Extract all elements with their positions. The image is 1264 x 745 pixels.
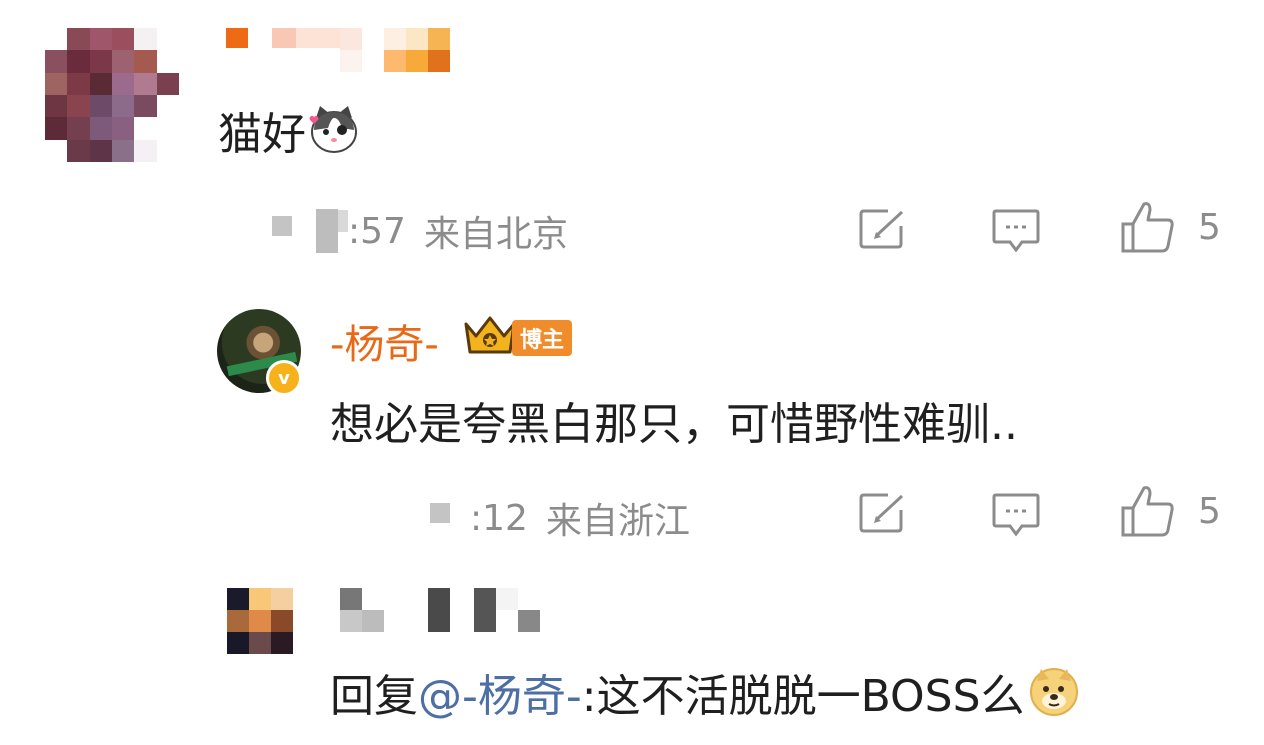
like-count: 5 (1198, 206, 1221, 248)
like-button[interactable]: 5 (1120, 200, 1221, 254)
timestamp-obscured (338, 210, 348, 232)
thumbs-up-icon (1121, 202, 1174, 253)
reply-text: 想必是夸黑白那只，可惜野性难驯.. (330, 399, 1018, 450)
comment-text: 猫好 (218, 98, 360, 162)
timestamp-obscured (316, 209, 338, 253)
comment-button[interactable] (992, 492, 1040, 538)
timestamp-obscured (430, 503, 450, 523)
crown-icon (464, 316, 516, 354)
comment-icon (992, 493, 1040, 537)
like-button[interactable]: 5 (1120, 484, 1221, 538)
comment-meta: :57 来自北京 (272, 205, 568, 257)
mention-link[interactable]: @-杨奇- (418, 660, 582, 724)
timestamp: :57 (348, 210, 406, 252)
location: 来自北京 (423, 214, 568, 255)
repost-button[interactable] (858, 208, 906, 250)
reply-meta: :12 来自浙江 (430, 492, 690, 544)
author-name[interactable]: -杨奇- (330, 312, 439, 370)
repost-icon (859, 493, 904, 533)
blogger-badge: 博主 (512, 320, 573, 356)
username-obscured[interactable] (340, 588, 540, 632)
location: 来自浙江 (545, 501, 690, 542)
comment-icon (992, 209, 1040, 253)
like-count: 5 (1198, 490, 1221, 532)
repost-button[interactable] (858, 492, 906, 534)
thumbs-up-icon (1121, 486, 1174, 537)
username-obscured[interactable] (226, 28, 450, 72)
avatar[interactable] (45, 28, 179, 162)
comment-button[interactable] (992, 208, 1040, 254)
timestamp-obscured (272, 216, 292, 236)
repost-icon (859, 209, 904, 249)
timestamp: :12 (470, 497, 528, 539)
reply-text: 回复 @-杨奇- :这不活脱脱一BOSS么 (330, 660, 1079, 724)
avatar[interactable] (227, 588, 293, 654)
cat-face-icon (309, 106, 357, 153)
verified-badge: v (266, 360, 302, 396)
doge-icon (1029, 668, 1078, 716)
